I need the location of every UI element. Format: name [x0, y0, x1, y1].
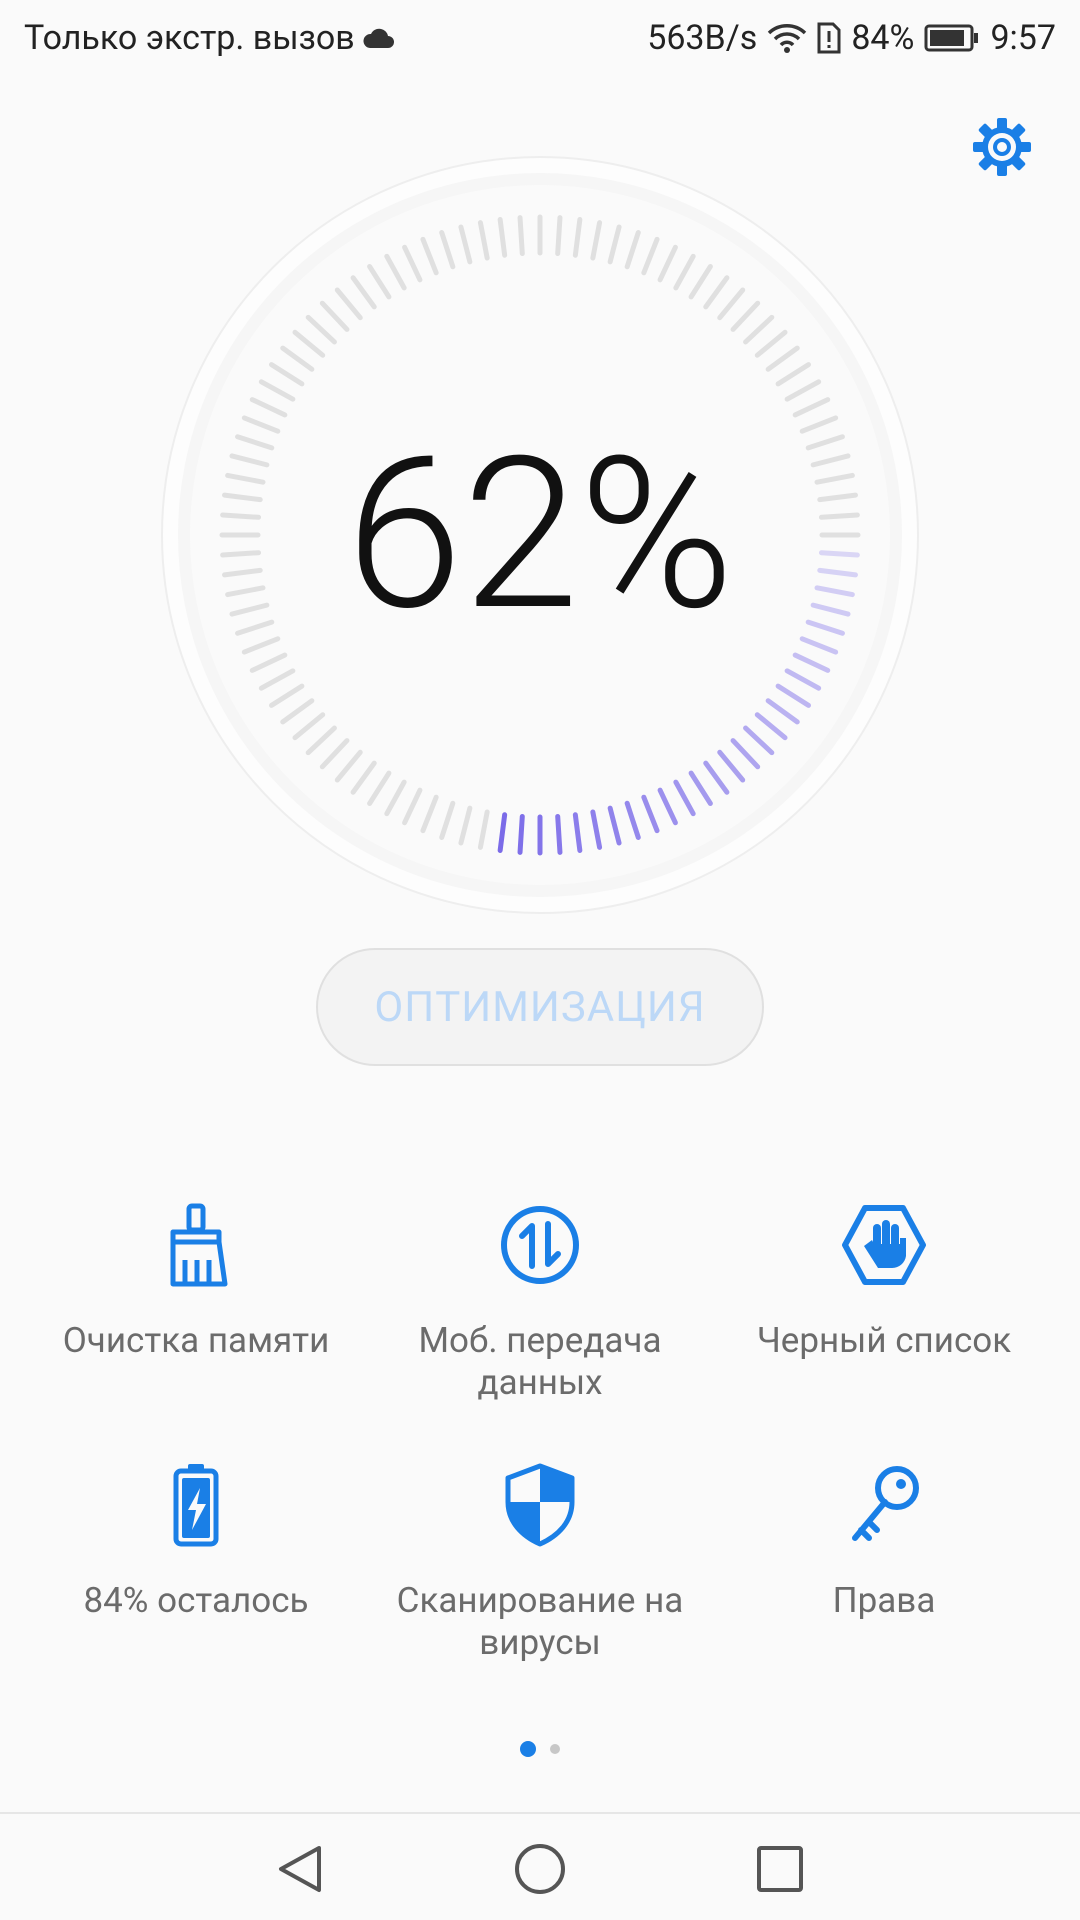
tile-label: Сканирование на вирусы: [396, 1580, 684, 1663]
back-icon[interactable]: [265, 1834, 335, 1904]
home-icon[interactable]: [505, 1834, 575, 1904]
sim-alert-icon: [817, 22, 841, 54]
navigation-bar: [0, 1812, 1080, 1920]
dial-tick: [555, 215, 563, 257]
tile-battery[interactable]: 84% осталось: [16, 1460, 376, 1622]
settings-gear-icon[interactable]: [970, 115, 1034, 179]
tile-blacklist[interactable]: Черный список: [704, 1200, 1064, 1362]
network-speed: 563B/s: [647, 18, 758, 58]
score-percent: 62%: [345, 412, 735, 658]
block-hand-icon: [842, 1205, 926, 1285]
tile-virus-scan[interactable]: Сканирование на вирусы: [360, 1460, 720, 1664]
cloud-icon: [363, 28, 394, 48]
carrier-text: Только экстр. вызов: [24, 18, 355, 58]
battery-percent: 84%: [851, 18, 915, 58]
data-transfer-icon: [501, 1206, 579, 1284]
battery-icon: [173, 1464, 219, 1547]
page-indicator: [0, 1738, 1080, 1757]
tile-memory-cleanup[interactable]: Очистка памяти: [16, 1200, 376, 1362]
tile-permissions[interactable]: Права: [704, 1460, 1064, 1622]
page-dot-active[interactable]: [520, 1740, 537, 1757]
tile-label: Права: [832, 1580, 936, 1621]
dial-tick: [517, 813, 525, 855]
tile-label: Моб. передача данных: [418, 1320, 662, 1403]
broom-icon: [170, 1203, 228, 1287]
tile-label: Очистка памяти: [62, 1320, 330, 1361]
wifi-icon: [768, 24, 807, 53]
tile-label: 84% осталось: [83, 1580, 309, 1621]
dial-tick: [517, 215, 525, 257]
key-icon: [852, 1466, 919, 1541]
recents-icon[interactable]: [745, 1834, 815, 1904]
status-bar: Только экстр. вызов 563B/s 84% 9:57: [0, 0, 1080, 76]
battery-status-icon: [924, 24, 979, 52]
optimize-button[interactable]: ОПТИМИЗАЦИЯ: [316, 948, 764, 1066]
phone-manager-screen: Только экстр. вызов 563B/s 84% 9:57 62% …: [0, 0, 1080, 1920]
shield-icon: [505, 1463, 575, 1547]
tile-mobile-data[interactable]: Моб. передача данных: [360, 1200, 720, 1404]
clock: 9:57: [990, 18, 1056, 58]
tile-label: Черный список: [756, 1320, 1012, 1361]
page-dot[interactable]: [549, 1743, 560, 1754]
status-right: 563B/s 84% 9:57: [637, 18, 1056, 58]
dial-tick: [555, 813, 563, 855]
status-left: Только экстр. вызов: [24, 18, 395, 58]
